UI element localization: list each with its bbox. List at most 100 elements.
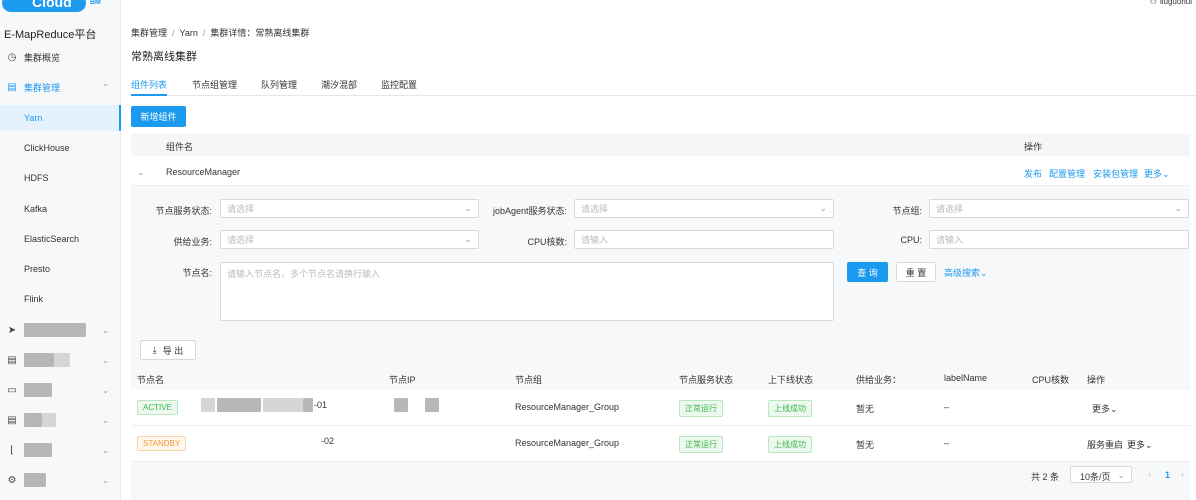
filter-label: CPU: — [900, 235, 922, 245]
sidebar-item-redacted-6[interactable]: ⚙ ⌄ — [0, 468, 121, 492]
supply-business: 暂无 — [856, 404, 875, 414]
component-row: ⌄ ResourceManager 发布 配置管理 安装包管理 更多⌄ — [131, 157, 1190, 186]
role-badge: ACTIVE — [137, 400, 178, 415]
total-count: 共 2 条 — [1031, 472, 1060, 482]
node-name-suffix: -02 — [321, 436, 335, 446]
breadcrumb-item[interactable]: Yarn — [180, 28, 198, 38]
redacted-label — [24, 443, 52, 457]
more-label: 更多 — [1127, 440, 1146, 450]
page-size-value: 10条/页 — [1080, 472, 1111, 482]
document-icon: ▤ — [7, 414, 17, 426]
platform-title: E-MapReduce平台 — [4, 29, 97, 41]
package-management-link[interactable]: 安装包管理 — [1093, 167, 1138, 180]
tab-component-list[interactable]: 组件列表 — [131, 78, 167, 91]
redacted-label — [54, 353, 70, 367]
sidebar-item-cluster-management[interactable]: ▤ 集群管理 ⌃ — [0, 75, 121, 99]
node-name-suffix: -01 — [314, 400, 328, 410]
cpu-cores-input[interactable]: 请输入 — [574, 230, 834, 249]
config-management-link[interactable]: 配置管理 — [1049, 167, 1085, 180]
reset-button[interactable]: 重 置 — [896, 262, 936, 282]
gear-icon: ⚙ — [7, 474, 17, 486]
sidebar-item-clickhouse[interactable]: ClickHouse — [0, 135, 121, 161]
role-badge: STANDBY — [137, 436, 187, 451]
column-header: 节点组 — [515, 375, 543, 385]
table-row: STANDBY -02 ResourceManager_Group 正常运行 上… — [131, 426, 1190, 462]
sidebar-item-kafka[interactable]: Kafka — [0, 196, 121, 222]
filter-label: CPU核数: — [527, 237, 567, 247]
column-header: 上下线状态 — [768, 375, 814, 385]
input-placeholder: 请输入 — [936, 235, 964, 245]
breadcrumb-item[interactable]: 集群管理 — [131, 28, 167, 38]
next-page-icon[interactable]: › — [1181, 469, 1184, 479]
label-name: – — [944, 438, 950, 448]
sidebar-item-label: 集群概览 — [24, 52, 61, 63]
service-restart-link[interactable]: 服务重启 — [1087, 438, 1123, 451]
column-header: 节点IP — [389, 375, 416, 385]
sidebar-item-yarn[interactable]: Yarn — [0, 105, 121, 131]
filter-label: 节点服务状态: — [155, 206, 212, 216]
more-label: 更多 — [1144, 169, 1163, 179]
advanced-search-label: 高级搜索 — [944, 268, 981, 278]
page-title: 常熟离线集群 — [131, 51, 197, 63]
logo-suffix: BM — [90, 0, 101, 6]
chevron-down-icon[interactable]: ⌄ — [137, 167, 145, 178]
logo: Cloud BM — [0, 0, 110, 14]
label-name: – — [944, 402, 950, 412]
column-header: labelName — [944, 373, 988, 383]
sidebar-item-redacted-5[interactable]: ⌊ ⌄ — [0, 438, 121, 462]
sidebar-item-flink[interactable]: Flink — [0, 286, 121, 312]
chart-icon: ⌊ — [10, 444, 14, 456]
add-component-button[interactable]: 新增组件 — [131, 106, 186, 127]
component-table-header: 组件名 操作 — [131, 134, 1190, 156]
input-placeholder: 请输入 — [581, 235, 609, 245]
jobagent-status-select[interactable]: 请选择 ⌄ — [574, 199, 834, 218]
sidebar-item-redacted-2[interactable]: ▤ ⌄ — [0, 348, 121, 372]
supply-business-select[interactable]: 请选择 ⌄ — [220, 230, 479, 249]
tab-queue[interactable]: 队列管理 — [261, 78, 297, 91]
sidebar-item-elasticsearch[interactable]: ElasticSearch — [0, 226, 121, 252]
node-group-select[interactable]: 请选择 ⌄ — [929, 199, 1189, 218]
chevron-down-icon: ⌄ — [102, 355, 109, 365]
more-link[interactable]: 更多⌄ — [1092, 402, 1118, 415]
cpu-input[interactable]: 请输入 — [929, 230, 1189, 249]
more-label: 更多 — [1092, 404, 1111, 414]
redacted-label — [24, 323, 86, 337]
advanced-search-link[interactable]: 高级搜索⌄ — [944, 266, 988, 279]
redacted-label — [24, 413, 42, 427]
more-link[interactable]: 更多⌄ — [1127, 438, 1153, 451]
chevron-down-icon: ⌄ — [819, 203, 827, 213]
breadcrumb: 集群管理 / Yarn / 集群详情：常熟离线集群 — [131, 28, 310, 38]
tab-monitor-config[interactable]: 监控配置 — [381, 78, 417, 91]
publish-link[interactable]: 发布 — [1024, 167, 1042, 180]
chevron-down-icon: ⌄ — [102, 325, 109, 335]
chevron-down-icon: ⌄ — [1117, 470, 1125, 480]
prev-page-icon[interactable]: ‹ — [1148, 469, 1151, 479]
redacted-label — [24, 473, 46, 487]
sidebar-item-overview[interactable]: ◷ 集群概览 — [0, 45, 121, 69]
page-number[interactable]: 1 — [1165, 470, 1170, 480]
tab-tidal[interactable]: 潮汐混部 — [321, 78, 357, 91]
more-link[interactable]: 更多⌄ — [1144, 167, 1170, 180]
export-button[interactable]: ⤓ 导 出 — [140, 340, 196, 360]
sidebar-item-redacted-1[interactable]: ➤ ⌄ — [0, 318, 121, 342]
filter-label: 供给业务: — [173, 237, 212, 247]
page-size-select[interactable]: 10条/页 ⌄ — [1070, 466, 1132, 483]
sidebar-item-hdfs[interactable]: HDFS — [0, 165, 121, 191]
node-name-textarea[interactable]: 请输入节点名，多个节点名请换行输入 — [220, 262, 834, 321]
service-status-badge: 正常运行 — [679, 400, 723, 417]
node-service-status-select[interactable]: 请选择 ⌄ — [220, 199, 479, 218]
sidebar-item-redacted-3[interactable]: ▭ ⌄ — [0, 378, 121, 402]
online-status-badge: 上线成功 — [768, 400, 812, 417]
user-menu[interactable]: ⚇ liuguohui — [1150, 0, 1192, 6]
logo-text: Cloud — [2, 0, 86, 12]
table-row: ACTIVE -01 ResourceManager_Group 正常运行 上线… — [131, 390, 1190, 426]
chevron-down-icon: ⌄ — [1174, 203, 1182, 213]
select-placeholder: 请选择 — [936, 204, 964, 214]
sidebar-item-presto[interactable]: Presto — [0, 256, 121, 282]
sidebar-item-label: 集群管理 — [24, 82, 61, 93]
chevron-down-icon: ⌄ — [102, 415, 109, 425]
select-placeholder: 请选择 — [581, 204, 609, 214]
sidebar-item-redacted-4[interactable]: ▤ ⌄ — [0, 408, 121, 432]
tab-node-group[interactable]: 节点组管理 — [192, 78, 237, 91]
search-button[interactable]: 查 询 — [847, 262, 888, 282]
